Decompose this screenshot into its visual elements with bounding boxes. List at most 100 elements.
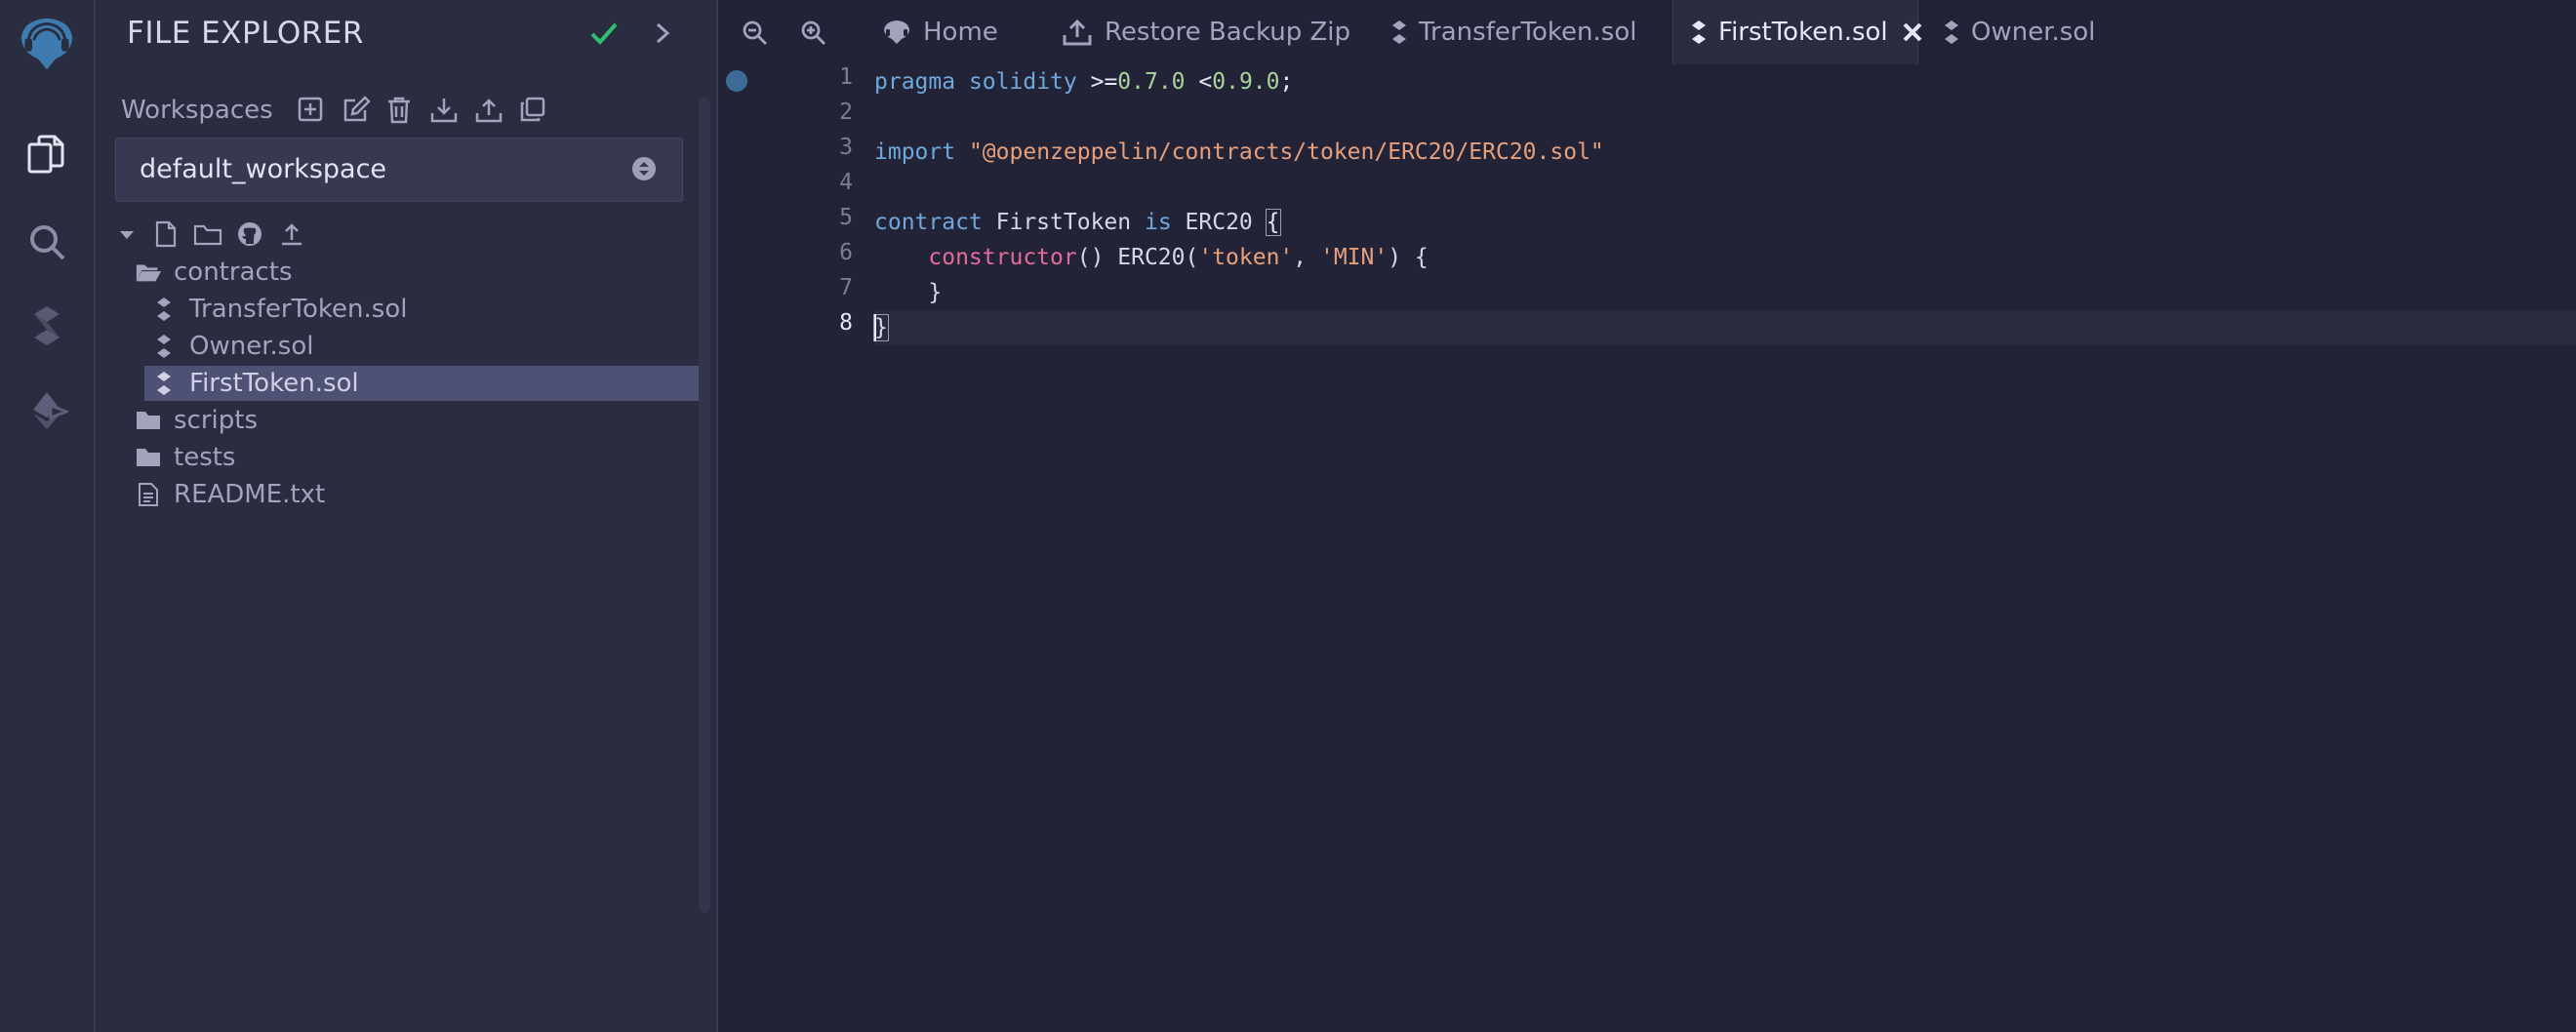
code-token: 0.7.0 bbox=[1117, 69, 1186, 95]
file-explorer-icon[interactable] bbox=[18, 125, 76, 183]
line-number: 7 bbox=[839, 275, 853, 300]
select-arrows-icon bbox=[631, 156, 657, 181]
tab-label: TransferToken.sol bbox=[1419, 18, 1637, 47]
code-token: is bbox=[1144, 210, 1172, 235]
workspace-select[interactable]: default_workspace bbox=[115, 138, 683, 202]
line-number: 6 bbox=[839, 240, 853, 265]
code-token: >= bbox=[1090, 69, 1118, 95]
check-icon bbox=[589, 20, 619, 47]
code-token: () ERC20( bbox=[1076, 245, 1199, 270]
solidity-icon bbox=[150, 370, 178, 397]
folder-icon bbox=[135, 444, 162, 471]
solidity-icon bbox=[1944, 20, 1959, 45]
code-token: ) { bbox=[1388, 245, 1429, 270]
download-workspace-icon[interactable] bbox=[429, 96, 459, 125]
tab-home[interactable]: Home bbox=[868, 0, 1012, 64]
tab-owner[interactable]: Owner.sol bbox=[1930, 0, 2109, 64]
rename-workspace-icon[interactable] bbox=[342, 96, 371, 125]
tree-folder-contracts[interactable]: contracts bbox=[135, 255, 293, 290]
code-token: ERC20 bbox=[1185, 210, 1253, 235]
code-token: , bbox=[1293, 245, 1320, 270]
delete-workspace-icon[interactable] bbox=[386, 96, 416, 125]
line-number: 1 bbox=[839, 64, 853, 90]
line-number: 5 bbox=[839, 205, 853, 230]
search-icon[interactable] bbox=[18, 213, 76, 271]
chevron-right-icon[interactable] bbox=[652, 20, 673, 47]
code-token: contract bbox=[874, 210, 983, 235]
tab-label: Home bbox=[923, 18, 998, 47]
folder-open-icon bbox=[135, 258, 162, 286]
code-line-7[interactable]: } bbox=[874, 275, 942, 310]
restore-workspace-icon[interactable] bbox=[474, 96, 503, 125]
workspaces-label: Workspaces bbox=[121, 96, 273, 125]
code-token: pragma bbox=[874, 69, 956, 95]
tree-file-owner[interactable]: Owner.sol bbox=[150, 329, 313, 364]
file-text-icon bbox=[135, 481, 162, 508]
github-icon[interactable] bbox=[236, 220, 263, 248]
code-token: constructor bbox=[928, 245, 1077, 270]
tab-label: Restore Backup Zip bbox=[1105, 18, 1351, 47]
file-explorer-panel: FILE EXPLORER Workspaces default_workspa… bbox=[96, 0, 718, 1032]
line-number: 3 bbox=[839, 135, 853, 160]
tree-item-label: tests bbox=[174, 443, 236, 472]
tree-folder-scripts[interactable]: scripts bbox=[135, 403, 258, 438]
tree-file-readme[interactable]: README.txt bbox=[135, 477, 325, 512]
tab-bar: Home Restore Backup Zip TransferToken.so… bbox=[718, 0, 2576, 64]
close-icon[interactable] bbox=[1902, 21, 1923, 43]
tree-folder-tests[interactable]: tests bbox=[135, 440, 235, 475]
new-file-icon[interactable] bbox=[154, 220, 178, 248]
tab-firsttoken[interactable]: FirstToken.sol bbox=[1672, 0, 1922, 64]
solidity-compiler-icon[interactable] bbox=[18, 297, 76, 355]
code-line-1[interactable]: pragma solidity >=0.7.0 <0.9.0; bbox=[874, 64, 1293, 99]
tree-item-label: README.txt bbox=[174, 480, 326, 509]
tab-label: Owner.sol bbox=[1971, 18, 2096, 47]
code-token: 'MIN' bbox=[1319, 245, 1389, 270]
tree-item-label: TransferToken.sol bbox=[189, 295, 408, 324]
tree-item-label: scripts bbox=[174, 406, 258, 435]
caret-down-icon[interactable] bbox=[117, 220, 137, 248]
tab-transfertoken[interactable]: TransferToken.sol bbox=[1378, 0, 1650, 64]
remix-logo-icon bbox=[882, 19, 911, 46]
tree-item-label: Owner.sol bbox=[189, 332, 314, 361]
code-token: solidity bbox=[968, 69, 1077, 95]
panel-scrollbar[interactable] bbox=[699, 98, 710, 913]
folder-icon bbox=[135, 407, 162, 434]
code-line-3[interactable]: import "@openzeppelin/contracts/token/ER… bbox=[874, 135, 1604, 170]
current-line-highlight bbox=[874, 310, 2576, 345]
code-line-8[interactable]: } bbox=[873, 310, 889, 345]
code-token: 0.9.0 bbox=[1212, 69, 1280, 95]
code-token: } bbox=[874, 280, 943, 305]
tab-restore-backup[interactable]: Restore Backup Zip bbox=[1048, 0, 1364, 64]
new-folder-icon[interactable] bbox=[193, 220, 222, 248]
solidity-icon bbox=[1391, 20, 1407, 45]
remix-logo-icon[interactable] bbox=[18, 14, 76, 72]
solidity-icon bbox=[150, 333, 178, 360]
code-line-6[interactable]: constructor() ERC20('token', 'MIN') { bbox=[874, 240, 1429, 275]
editor-area: Home Restore Backup Zip TransferToken.so… bbox=[718, 0, 2576, 1032]
code-token: FirstToken bbox=[995, 210, 1132, 235]
tab-label: FirstToken.sol bbox=[1718, 18, 1888, 47]
code-line-5[interactable]: contract FirstToken is ERC20 { bbox=[874, 205, 1281, 240]
code-token: 'token' bbox=[1198, 245, 1294, 270]
solidity-icon bbox=[1691, 20, 1707, 45]
clone-workspace-icon[interactable] bbox=[519, 96, 548, 125]
breakpoint-glyph[interactable] bbox=[726, 70, 747, 92]
icon-rail bbox=[0, 0, 96, 1032]
workspace-select-value: default_workspace bbox=[140, 154, 387, 184]
deploy-run-icon[interactable] bbox=[18, 380, 76, 439]
zoom-in-icon[interactable] bbox=[800, 20, 827, 47]
create-workspace-icon[interactable] bbox=[297, 96, 326, 125]
line-number-current: 8 bbox=[839, 310, 853, 336]
tree-file-transfertoken[interactable]: TransferToken.sol bbox=[150, 292, 407, 327]
code-token: } bbox=[873, 314, 889, 341]
panel-title: FILE EXPLORER bbox=[127, 16, 364, 51]
line-number: 2 bbox=[839, 99, 853, 125]
upload-icon bbox=[1062, 18, 1093, 47]
code-token: { bbox=[1265, 209, 1281, 236]
zoom-out-icon[interactable] bbox=[742, 20, 769, 47]
text-cursor bbox=[874, 314, 876, 341]
tree-file-firsttoken[interactable]: FirstToken.sol bbox=[144, 366, 704, 401]
line-number: 4 bbox=[839, 170, 853, 195]
upload-file-icon[interactable] bbox=[279, 220, 304, 248]
solidity-icon bbox=[150, 296, 178, 323]
